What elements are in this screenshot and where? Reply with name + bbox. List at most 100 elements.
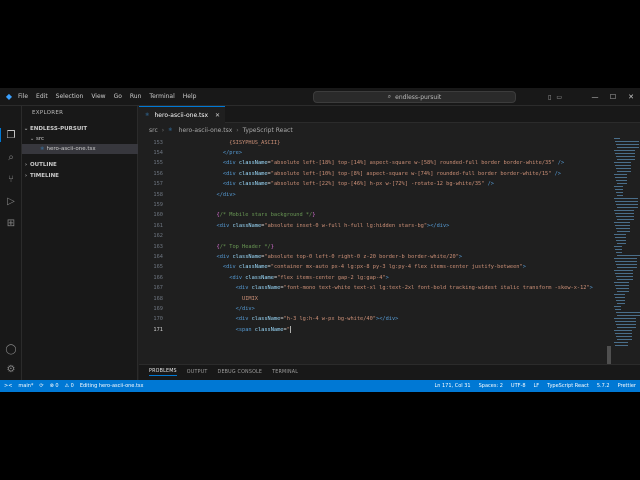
menu-terminal[interactable]: Terminal [149,93,174,100]
minimap-line [616,168,631,169]
command-center[interactable]: ⌕ endless-pursuit [313,91,516,103]
timeline-section[interactable]: › TIMELINE [22,171,138,181]
minimap-line [617,207,638,208]
code-line[interactable]: 165 <div className="container mx-auto px… [139,263,610,272]
account-icon[interactable]: ◯ [4,342,18,356]
maximize-icon[interactable]: ☐ [604,88,622,106]
error-count[interactable]: ⊗ 0 [50,383,59,389]
code-line[interactable]: 154 </pre> [139,148,610,157]
source-control-icon[interactable]: ⑂ [4,172,18,186]
minimap-line [614,150,635,151]
ts-version[interactable]: 5.7.2 [597,383,610,389]
line-number: 163 [153,243,163,250]
code-line[interactable]: 169 </div> [139,304,610,313]
sync-icon[interactable]: ⟳ [39,383,43,389]
scroll-thumb[interactable] [607,346,611,364]
cursor-position[interactable]: Ln 171, Col 31 [434,383,470,389]
bottom-panel: PROBLEMS OUTPUT DEBUG CONSOLE TERMINAL [139,364,640,380]
warning-count[interactable]: ⚠ 0 [65,383,74,389]
minimap[interactable] [612,136,640,350]
workspace-root[interactable]: ⌄ ENDLESS-PURSUIT [22,124,138,134]
file-label: hero-ascii-one.tsx [46,146,96,152]
breadcrumb-folder[interactable]: src [149,127,158,134]
minimap-line [614,330,632,331]
editor-scrollbar[interactable] [607,136,611,364]
prettier-status[interactable]: Prettier [618,383,636,389]
code-line[interactable]: 157 <div className="absolute left-[22%] … [139,180,610,189]
menu-go[interactable]: Go [114,93,122,100]
extensions-icon[interactable]: ⊞ [4,216,18,230]
menu-run[interactable]: Run [130,93,142,100]
toggle-panel-icon[interactable]: ▭ [556,94,562,101]
close-icon[interactable]: ✕ [622,88,640,106]
tab-terminal[interactable]: TERMINAL [272,370,298,375]
minimap-line [615,273,633,274]
code-text: <div className="absolute top-0 left-0 ri… [216,253,463,260]
code-line[interactable]: 161 <div className="absolute inset-0 w-f… [139,221,610,230]
code-line[interactable]: 164 <div className="absolute top-0 left-… [139,252,610,261]
search-icon[interactable]: ⌕ [4,150,18,164]
code-text: </pre> [222,149,243,156]
code-line[interactable]: 168 UIMIX [139,294,610,303]
code-editor[interactable]: 153 {SISYPHUS_ASCII} 154 </pre> 155 <div c… [139,136,610,360]
toggle-sidebar-icon[interactable]: ▯ [548,94,551,101]
menu-view[interactable]: View [91,93,105,100]
folder-src[interactable]: ⌄ src [22,134,138,144]
search-icon: ⌕ [387,93,392,100]
minimap-line [616,300,625,301]
code-line[interactable]: 159 [139,200,610,209]
menu-help[interactable]: Help [183,93,197,100]
minimap-line [617,291,629,292]
code-line[interactable]: 153 {SISYPHUS_ASCII} [139,138,610,147]
outline-section[interactable]: › OUTLINE [22,160,138,170]
breadcrumb-file[interactable]: hero-ascii-one.tsx [179,127,233,134]
minimap-line [614,138,620,139]
minimap-line [614,294,625,295]
minimap-line [616,228,630,229]
code-line[interactable]: 167 <div className="font-mono text-white… [139,284,610,293]
tab-output[interactable]: OUTPUT [187,370,208,375]
code-line[interactable]: 166 <div className="flex items-center ga… [139,273,610,282]
minimap-line [615,189,623,190]
code-line[interactable]: 170 <div className="h-3 lg:h-4 w-px bg-w… [139,315,610,324]
breadcrumb-symbol[interactable]: TypeScript React [243,127,293,134]
remote-indicator[interactable]: >< [4,383,12,389]
minimap-line [615,237,626,238]
tab-problems[interactable]: PROBLEMS [149,369,177,376]
code-line[interactable]: 160 {/* Mobile stars background */} [139,211,610,220]
minimap-line [616,216,634,217]
code-line[interactable]: 155 <div className="absolute left-[18%] … [139,159,610,168]
status-bar: >< main* ⟳ ⊗ 0 ⚠ 0 Editing hero-ascii-on… [0,380,640,392]
menu-edit[interactable]: Edit [36,93,48,100]
window-controls: — ☐ ✕ [586,88,640,106]
encoding[interactable]: UTF-8 [511,383,526,389]
vscode-window: ◆ File Edit Selection View Go Run Termin… [0,88,640,392]
code-line[interactable]: 158 </div> [139,190,610,199]
explorer-icon[interactable]: ❐ [4,128,18,142]
minimap-line [614,186,623,187]
code-line[interactable]: 171 <span className=" [139,325,610,334]
gear-icon[interactable]: ⚙ [4,362,18,376]
branch-indicator[interactable]: main* [18,383,33,389]
menu-selection[interactable]: Selection [56,93,84,100]
code-line[interactable]: 163 {/* Top Header */} [139,242,610,251]
minimap-line [617,195,623,196]
code-line[interactable]: 156 <div className="absolute left-[10%] … [139,169,610,178]
language-mode[interactable]: TypeScript React [547,383,589,389]
code-text: <div className="h-3 lg:h-4 w-px bg-white… [235,316,399,323]
minimap-line [615,141,639,142]
tab-hero-ascii-one[interactable]: ⚛ hero-ascii-one.tsx ✕ [139,106,225,123]
close-tab-icon[interactable]: ✕ [215,112,220,119]
minimap-line [615,309,621,310]
tab-debug-console[interactable]: DEBUG CONSOLE [218,370,263,375]
code-line[interactable]: 162 [139,232,610,241]
minimap-line [616,276,633,277]
minimize-icon[interactable]: — [586,88,604,106]
menu-file[interactable]: File [18,93,28,100]
run-debug-icon[interactable]: ▷ [4,194,18,208]
file-item[interactable]: ⚛ hero-ascii-one.tsx [22,144,138,154]
line-number: 171 [153,326,163,333]
tab-label: hero-ascii-one.tsx [154,111,209,119]
end-of-line[interactable]: LF [534,383,540,389]
indentation[interactable]: Spaces: 2 [479,383,503,389]
